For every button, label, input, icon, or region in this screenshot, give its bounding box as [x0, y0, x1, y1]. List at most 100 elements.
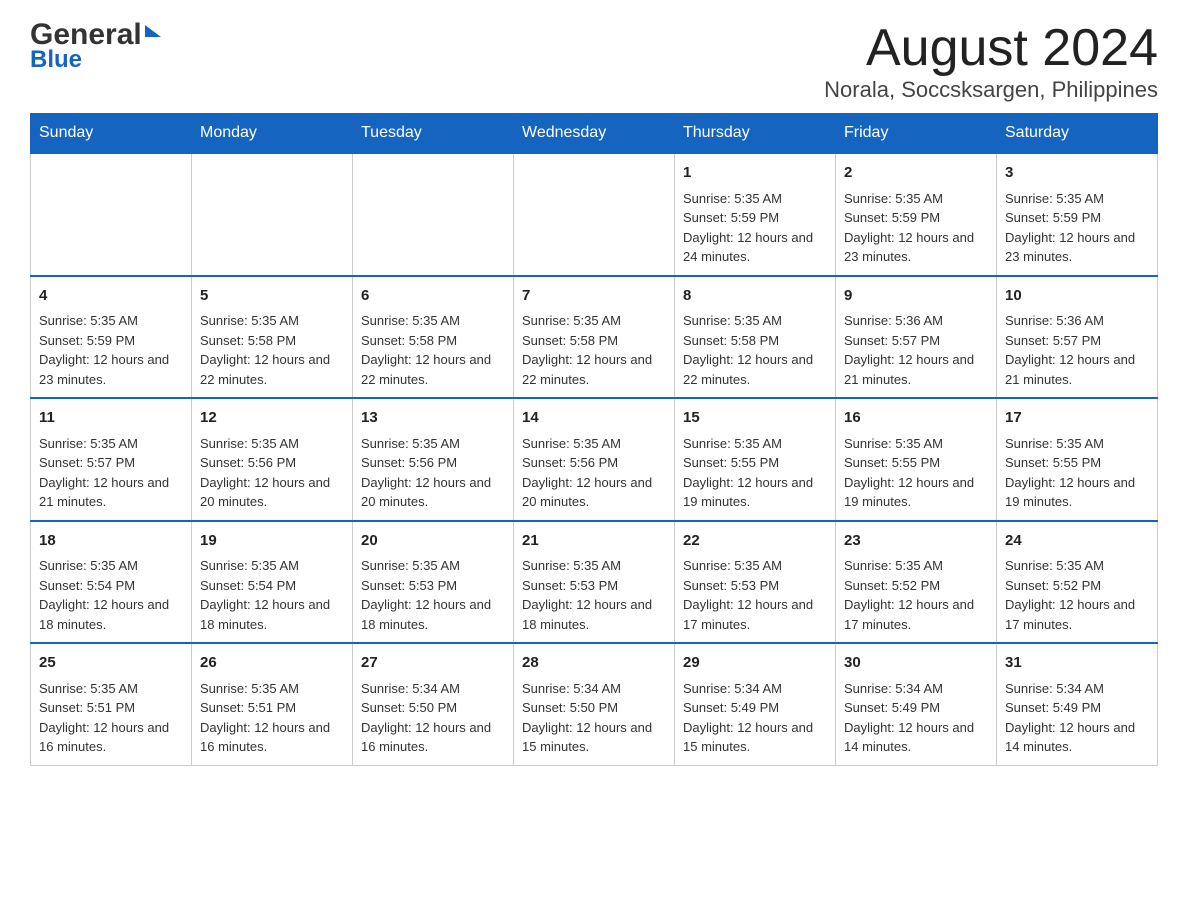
day-number: 1: [683, 162, 827, 185]
day-number: 8: [683, 285, 827, 308]
day-number: 22: [683, 530, 827, 553]
day-number: 12: [200, 407, 344, 430]
table-row: 24 Sunrise: 5:35 AM Sunset: 5:52 PM Dayli…: [997, 521, 1158, 644]
day-number: 28: [522, 652, 666, 675]
day-number: 7: [522, 285, 666, 308]
table-row: 7 Sunrise: 5:35 AM Sunset: 5:58 PM Daylig…: [514, 276, 675, 399]
day-number: 29: [683, 652, 827, 675]
day-info: Sunrise: 5:35 AM Sunset: 5:53 PM Dayligh…: [522, 556, 666, 634]
day-info: Sunrise: 5:35 AM Sunset: 5:54 PM Dayligh…: [200, 556, 344, 634]
col-saturday: Saturday: [997, 114, 1158, 154]
day-info: Sunrise: 5:35 AM Sunset: 5:59 PM Dayligh…: [1005, 189, 1149, 267]
day-number: 20: [361, 530, 505, 553]
day-info: Sunrise: 5:35 AM Sunset: 5:53 PM Dayligh…: [683, 556, 827, 634]
day-number: 23: [844, 530, 988, 553]
table-row: 18Sunrise: 5:35 AM Sunset: 5:54 PM Dayli…: [31, 521, 192, 644]
day-number: 21: [522, 530, 666, 553]
calendar-header-row: Sunday Monday Tuesday Wednesday Thursday…: [31, 114, 1158, 154]
day-number: 11: [39, 407, 183, 430]
table-row: 20 Sunrise: 5:35 AM Sunset: 5:53 PM Dayli…: [353, 521, 514, 644]
day-info: Sunrise: 5:35 AM Sunset: 5:56 PM Dayligh…: [522, 434, 666, 512]
table-row: 10 Sunrise: 5:36 AM Sunset: 5:57 PM Dayli…: [997, 276, 1158, 399]
day-info: Sunrise: 5:36 AM Sunset: 5:57 PM Dayligh…: [844, 311, 988, 389]
table-row: 1Sunrise: 5:35 AM Sunset: 5:59 PM Daylig…: [675, 153, 836, 276]
day-info: Sunrise: 5:35 AM Sunset: 5:51 PM Dayligh…: [200, 679, 344, 757]
day-info: Sunrise: 5:34 AM Sunset: 5:49 PM Dayligh…: [683, 679, 827, 757]
table-row: 29 Sunrise: 5:34 AM Sunset: 5:49 PM Dayli…: [675, 643, 836, 765]
table-row: 9Sunrise: 5:36 AM Sunset: 5:57 PM Daylig…: [836, 276, 997, 399]
calendar-week-row: 4 Sunrise: 5:35 AM Sunset: 5:59 PM Daylig…: [31, 276, 1158, 399]
day-info: Sunrise: 5:35 AM Sunset: 5:58 PM Dayligh…: [200, 311, 344, 389]
logo: General Blue: [30, 20, 161, 72]
day-number: 2: [844, 162, 988, 185]
day-info: Sunrise: 5:35 AM Sunset: 5:52 PM Dayligh…: [844, 556, 988, 634]
table-row: 22 Sunrise: 5:35 AM Sunset: 5:53 PM Dayli…: [675, 521, 836, 644]
table-row: 2 Sunrise: 5:35 AM Sunset: 5:59 PM Daylig…: [836, 153, 997, 276]
table-row: 13 Sunrise: 5:35 AM Sunset: 5:56 PM Dayli…: [353, 398, 514, 521]
col-tuesday: Tuesday: [353, 114, 514, 154]
day-number: 5: [200, 285, 344, 308]
day-number: 26: [200, 652, 344, 675]
table-row: [353, 153, 514, 276]
location-title: Norala, Soccsksargen, Philippines: [824, 77, 1158, 103]
day-info: Sunrise: 5:35 AM Sunset: 5:58 PM Dayligh…: [683, 311, 827, 389]
table-row: 30 Sunrise: 5:34 AM Sunset: 5:49 PM Dayli…: [836, 643, 997, 765]
table-row: 16Sunrise: 5:35 AM Sunset: 5:55 PM Dayli…: [836, 398, 997, 521]
calendar-week-row: 25 Sunrise: 5:35 AM Sunset: 5:51 PM Dayli…: [31, 643, 1158, 765]
table-row: 23 Sunrise: 5:35 AM Sunset: 5:52 PM Dayli…: [836, 521, 997, 644]
calendar-table: Sunday Monday Tuesday Wednesday Thursday…: [30, 113, 1158, 766]
table-row: 15 Sunrise: 5:35 AM Sunset: 5:55 PM Dayli…: [675, 398, 836, 521]
day-info: Sunrise: 5:35 AM Sunset: 5:57 PM Dayligh…: [39, 434, 183, 512]
day-number: 25: [39, 652, 183, 675]
day-number: 16: [844, 407, 988, 430]
day-number: 10: [1005, 285, 1149, 308]
day-number: 6: [361, 285, 505, 308]
month-title: August 2024: [824, 20, 1158, 77]
day-number: 24: [1005, 530, 1149, 553]
day-number: 17: [1005, 407, 1149, 430]
day-number: 30: [844, 652, 988, 675]
logo-line2: Blue: [30, 48, 161, 72]
calendar-week-row: 11 Sunrise: 5:35 AM Sunset: 5:57 PM Dayli…: [31, 398, 1158, 521]
day-info: Sunrise: 5:35 AM Sunset: 5:51 PM Dayligh…: [39, 679, 183, 757]
day-info: Sunrise: 5:35 AM Sunset: 5:59 PM Dayligh…: [844, 189, 988, 267]
day-info: Sunrise: 5:34 AM Sunset: 5:49 PM Dayligh…: [844, 679, 988, 757]
table-row: 5 Sunrise: 5:35 AM Sunset: 5:58 PM Daylig…: [192, 276, 353, 399]
day-info: Sunrise: 5:35 AM Sunset: 5:56 PM Dayligh…: [361, 434, 505, 512]
day-number: 4: [39, 285, 183, 308]
table-row: [514, 153, 675, 276]
col-wednesday: Wednesday: [514, 114, 675, 154]
day-info: Sunrise: 5:34 AM Sunset: 5:50 PM Dayligh…: [522, 679, 666, 757]
table-row: [31, 153, 192, 276]
table-row: 26 Sunrise: 5:35 AM Sunset: 5:51 PM Dayli…: [192, 643, 353, 765]
day-info: Sunrise: 5:36 AM Sunset: 5:57 PM Dayligh…: [1005, 311, 1149, 389]
day-number: 3: [1005, 162, 1149, 185]
table-row: 27 Sunrise: 5:34 AM Sunset: 5:50 PM Dayli…: [353, 643, 514, 765]
day-info: Sunrise: 5:35 AM Sunset: 5:55 PM Dayligh…: [683, 434, 827, 512]
day-info: Sunrise: 5:35 AM Sunset: 5:53 PM Dayligh…: [361, 556, 505, 634]
col-friday: Friday: [836, 114, 997, 154]
col-thursday: Thursday: [675, 114, 836, 154]
day-number: 19: [200, 530, 344, 553]
day-info: Sunrise: 5:35 AM Sunset: 5:59 PM Dayligh…: [39, 311, 183, 389]
calendar-week-row: 1 Sunrise: 5:35 AM Sunset: 5:59 PM Daylig…: [31, 153, 1158, 276]
day-number: 27: [361, 652, 505, 675]
table-row: [192, 153, 353, 276]
table-row: 8 Sunrise: 5:35 AM Sunset: 5:58 PM Daylig…: [675, 276, 836, 399]
title-block: August 2024 Norala, Soccsksargen, Philip…: [824, 20, 1158, 103]
logo-arrow-icon: [145, 25, 161, 37]
day-info: Sunrise: 5:35 AM Sunset: 5:58 PM Dayligh…: [522, 311, 666, 389]
table-row: 25 Sunrise: 5:35 AM Sunset: 5:51 PM Dayli…: [31, 643, 192, 765]
day-number: 13: [361, 407, 505, 430]
day-info: Sunrise: 5:35 AM Sunset: 5:52 PM Dayligh…: [1005, 556, 1149, 634]
day-number: 14: [522, 407, 666, 430]
col-monday: Monday: [192, 114, 353, 154]
day-info: Sunrise: 5:34 AM Sunset: 5:50 PM Dayligh…: [361, 679, 505, 757]
day-info: Sunrise: 5:35 AM Sunset: 5:55 PM Dayligh…: [1005, 434, 1149, 512]
day-info: Sunrise: 5:35 AM Sunset: 5:54 PM Dayligh…: [39, 556, 183, 634]
calendar-week-row: 18Sunrise: 5:35 AM Sunset: 5:54 PM Dayli…: [31, 521, 1158, 644]
day-number: 15: [683, 407, 827, 430]
col-sunday: Sunday: [31, 114, 192, 154]
page-header: General Blue August 2024 Norala, Soccsks…: [30, 20, 1158, 103]
day-info: Sunrise: 5:34 AM Sunset: 5:49 PM Dayligh…: [1005, 679, 1149, 757]
